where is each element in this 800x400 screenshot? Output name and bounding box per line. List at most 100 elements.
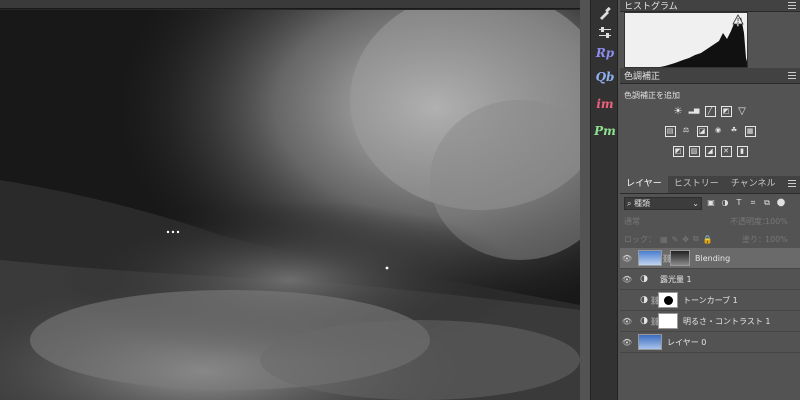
filter-adjustment-icon[interactable]: ◑ (720, 198, 730, 208)
layer-filter-row: ⌕ 種類 ⌄ ▣ ◑ T ⌗ ⧉ ● (620, 194, 800, 212)
layer-row-blending[interactable]: 👁 ⛓ Blending (620, 248, 800, 269)
layer-thumbnail (638, 334, 662, 350)
desert-fog-image (0, 10, 580, 400)
histogram-warning-icon: ! (737, 17, 740, 25)
layer-name: トーンカーブ 1 (683, 295, 738, 305)
histogram-graph: ! (624, 12, 748, 68)
black-white-icon[interactable]: ◪ (696, 126, 708, 137)
brightness-contrast-icon[interactable]: ☀ (673, 106, 684, 117)
mask-circle (664, 296, 673, 305)
adjustments-add-label: 色調補正を追加 (624, 91, 680, 100)
histogram-title: ヒストグラム (624, 2, 678, 12)
tab-channels[interactable]: チャンネル (725, 175, 782, 193)
eye-icon[interactable]: 👁 (620, 338, 634, 347)
color-balance-icon[interactable]: ⚖ (681, 126, 692, 137)
fill-label: 塗り： (742, 234, 766, 244)
adjustment-layer-icon: ◑ (640, 274, 648, 284)
lock-image-icon[interactable]: ✎ (672, 235, 679, 244)
layers-tabs: レイヤー ヒストリー チャンネル (620, 175, 800, 194)
layer-row-exposure[interactable]: 👁 ◑ 露光量 1 (620, 269, 800, 290)
adjustment-icons-row-3: ◩ ▨ ◢ ✕ ▮ (620, 146, 800, 157)
invert-icon[interactable]: ◩ (672, 146, 684, 157)
pm-plugin-icon[interactable]: Pm (593, 120, 617, 142)
layer-name: 露光量 1 (660, 274, 692, 284)
layer-name: Blending (695, 253, 731, 263)
threshold-icon[interactable]: ◢ (704, 146, 716, 157)
color-lookup-icon[interactable]: ▦ (744, 126, 756, 137)
exposure-icon[interactable]: ◩ (720, 106, 732, 117)
right-panels: ヒストグラム ! 色調補正 色調補正を追加 ☀ ▂▅ ╱ ◩ ▽ ▤ ⚖ ◪ ◉ (620, 0, 800, 400)
adjustment-layer-icon: ◑ (640, 316, 648, 326)
adjustments-title: 色調補正 (624, 72, 661, 82)
brush-preset-icon[interactable] (593, 2, 617, 24)
link-icon[interactable]: ⛓ (650, 317, 660, 326)
layer-row-brightness-contrast[interactable]: 👁 ◑ ⛓ 明るさ・コントラスト 1 (620, 311, 800, 332)
layer-row-layer0[interactable]: 👁 レイヤー 0 (620, 332, 800, 353)
lock-label: ロック： (624, 234, 656, 244)
selective-color-icon[interactable]: ✕ (720, 146, 732, 157)
curves-icon[interactable]: ╱ (704, 106, 716, 117)
histogram-body: ! (620, 12, 800, 68)
adjustment-icons-row-1: ☀ ▂▅ ╱ ◩ ▽ (620, 106, 800, 117)
hue-saturation-icon[interactable]: ▤ (664, 126, 676, 137)
filter-smartobject-icon[interactable]: ⧉ (762, 198, 772, 208)
panel-menu-icon[interactable] (788, 72, 796, 79)
posterize-icon[interactable]: ▨ (688, 146, 700, 157)
eye-icon[interactable]: 👁 (620, 275, 634, 284)
pm-plugin-label: Pm (594, 124, 616, 138)
document-canvas-area[interactable] (0, 0, 580, 400)
layer-name: レイヤー 0 (667, 337, 707, 347)
canvas-image[interactable] (0, 10, 580, 400)
filter-kind-label: 種類 (634, 198, 651, 208)
opacity-field[interactable]: 100% (765, 217, 788, 226)
levels-icon[interactable]: ▂▅ (689, 106, 700, 117)
channel-mixer-icon[interactable]: ☘ (729, 126, 740, 137)
plugin-toolbar: Rp Qb im Pm (590, 0, 618, 400)
im-plugin-icon[interactable]: im (593, 93, 617, 115)
tab-layers[interactable]: レイヤー (620, 175, 668, 193)
filter-toggle-icon[interactable]: ● (776, 198, 786, 208)
layer-mask-thumbnail[interactable] (670, 250, 690, 266)
eye-icon[interactable]: 👁 (620, 254, 634, 263)
lock-position-icon[interactable]: ✥ (682, 235, 689, 244)
im-plugin-label: im (596, 97, 614, 111)
link-icon[interactable]: ⛓ (650, 296, 660, 305)
lock-artboard-icon[interactable]: ⧉ (693, 234, 699, 244)
histogram-header[interactable]: ヒストグラム (620, 0, 800, 12)
blend-mode-select[interactable]: 通常 (624, 216, 640, 227)
qb-plugin-label: Qb (595, 70, 615, 84)
layer-row-curves[interactable]: ◑ ⛓ トーンカーブ 1 (620, 290, 800, 311)
filter-shape-icon[interactable]: ⌗ (748, 198, 758, 208)
link-icon[interactable]: ⛓ (662, 254, 672, 263)
lock-row: ロック： ▦ ✎ ✥ ⧉ 🔒 塗り： 100% (620, 230, 800, 248)
qb-plugin-icon[interactable]: Qb (593, 66, 617, 88)
filter-type-icon[interactable]: T (734, 198, 744, 208)
filter-kind-select[interactable]: ⌕ 種類 ⌄ (624, 196, 702, 210)
layer-thumbnail (638, 250, 662, 266)
layer-mask-thumbnail[interactable] (658, 313, 678, 329)
search-icon: ⌕ (627, 198, 632, 208)
properties-sliders-icon[interactable] (593, 22, 617, 44)
layer-mask-thumbnail[interactable] (658, 292, 678, 308)
chevron-down-icon: ⌄ (692, 198, 699, 208)
adjustments-body: 色調補正を追加 ☀ ▂▅ ╱ ◩ ▽ ▤ ⚖ ◪ ◉ ☘ ▦ ◩ ▨ ◢ ✕ ▮ (620, 84, 800, 176)
adjustments-header[interactable]: 色調補正 (620, 68, 800, 84)
layer-name: 明るさ・コントラスト 1 (683, 316, 771, 326)
photo-filter-icon[interactable]: ◉ (713, 126, 724, 137)
rp-plugin-icon[interactable]: Rp (593, 42, 617, 64)
adjustment-layer-icon: ◑ (640, 295, 648, 305)
lock-all-icon[interactable]: 🔒 (703, 235, 713, 244)
tab-history[interactable]: ヒストリー (668, 175, 725, 193)
eye-icon[interactable]: 👁 (620, 317, 634, 326)
panel-menu-icon[interactable] (788, 180, 796, 187)
adjustment-icons-row-2: ▤ ⚖ ◪ ◉ ☘ ▦ (620, 126, 800, 137)
fill-field[interactable]: 100% (765, 235, 788, 244)
gradient-map-icon[interactable]: ▮ (736, 146, 748, 157)
filter-pixel-icon[interactable]: ▣ (706, 198, 716, 208)
lock-transparent-icon[interactable]: ▦ (660, 235, 668, 244)
opacity-label: 不透明度： (730, 216, 770, 226)
panel-menu-icon[interactable] (788, 2, 796, 9)
rp-plugin-label: Rp (595, 46, 615, 60)
vibrance-icon[interactable]: ▽ (737, 106, 748, 117)
canvas-ruler (0, 0, 580, 9)
